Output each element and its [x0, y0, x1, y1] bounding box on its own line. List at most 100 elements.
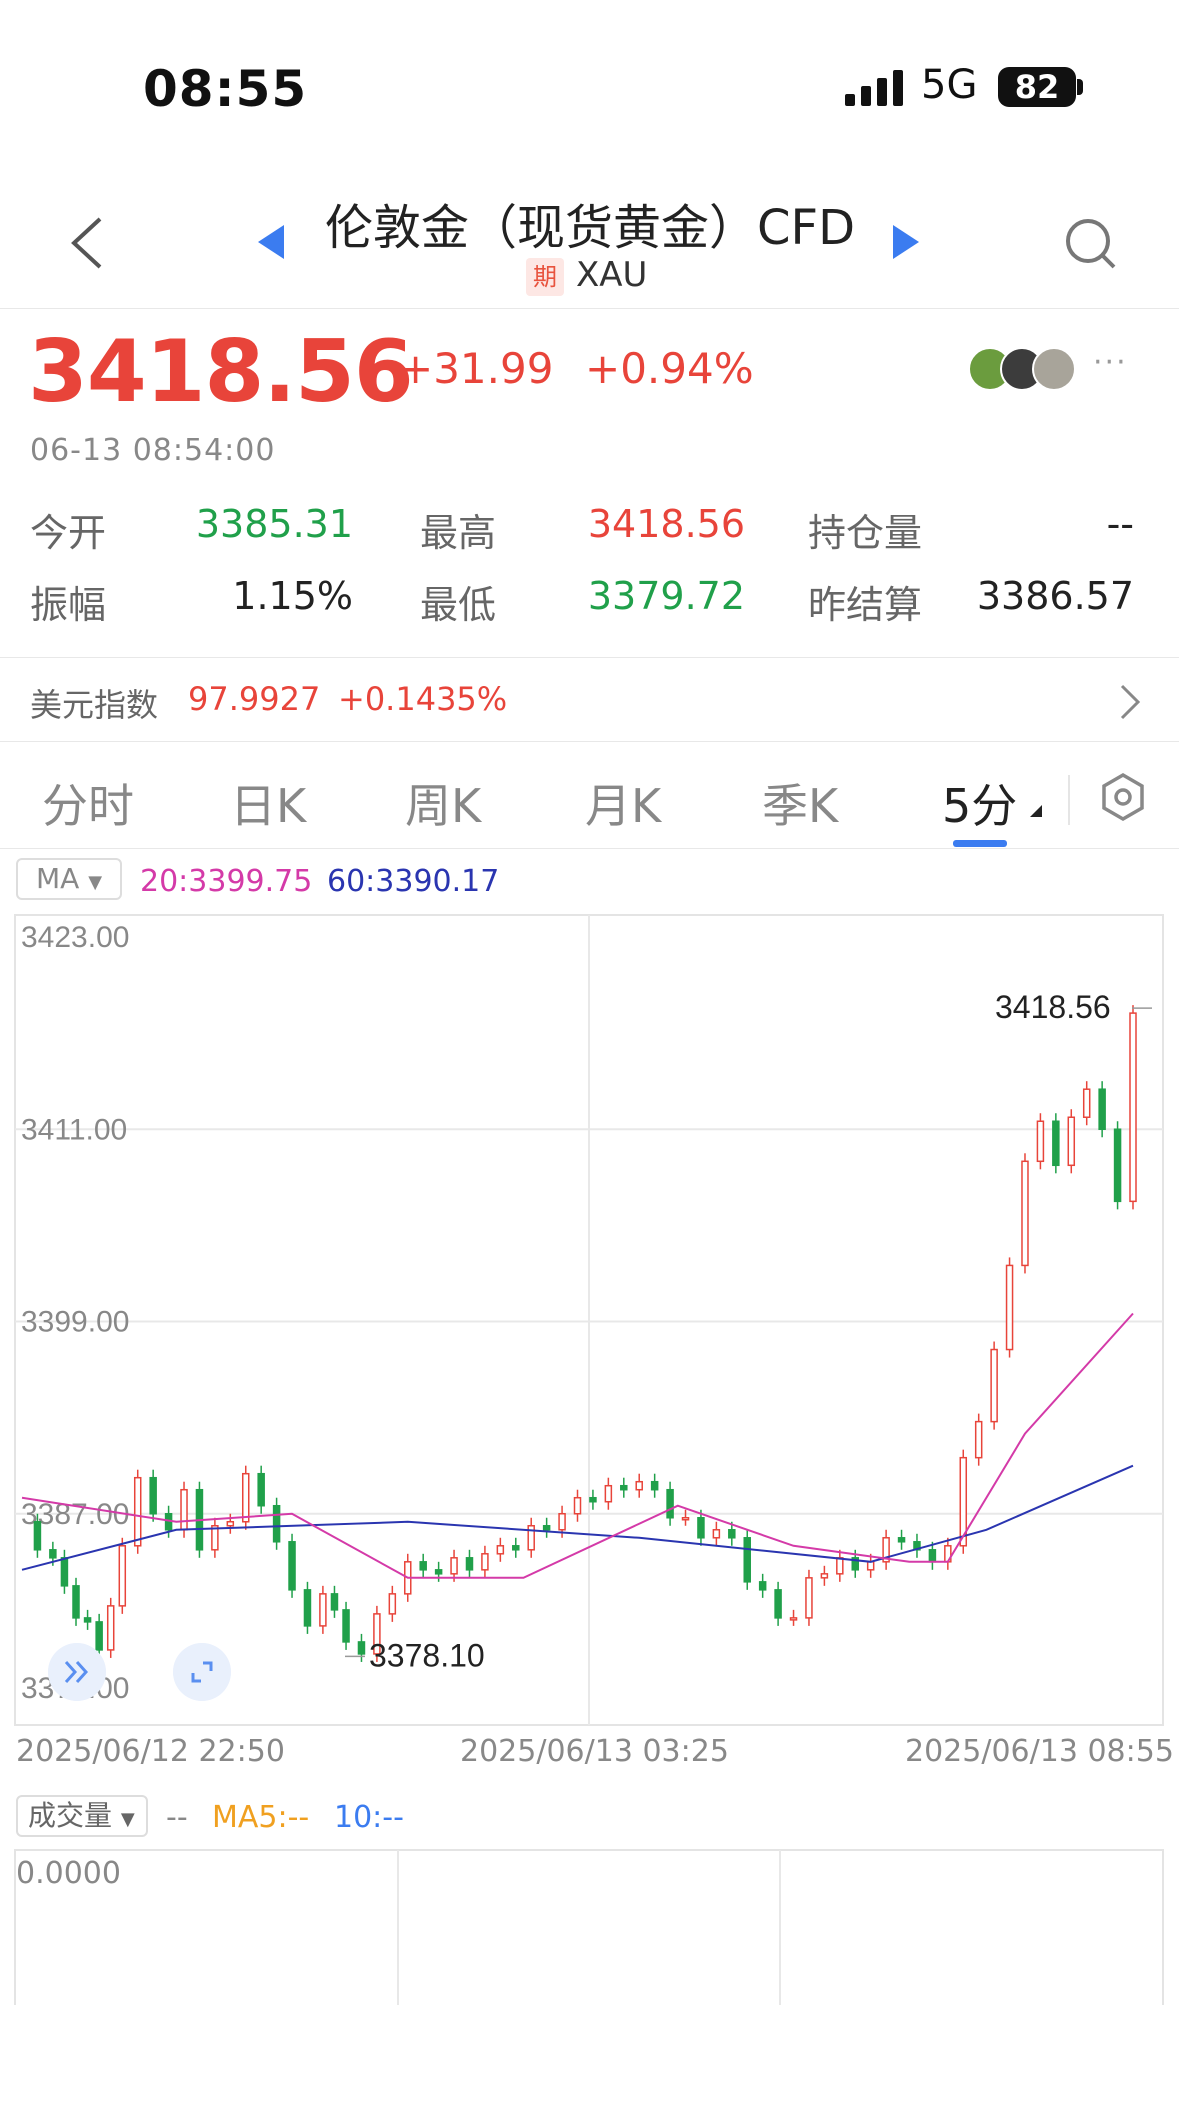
tab-5min[interactable]: 5分 [942, 770, 1017, 836]
candle-body [697, 1517, 705, 1539]
tab-weekly-k[interactable]: 周K [405, 770, 481, 836]
candle-body [49, 1549, 57, 1559]
prev-instrument-icon[interactable] [258, 225, 284, 259]
candle-body [897, 1537, 906, 1543]
tab-intraday[interactable]: 分时 [42, 770, 134, 836]
candle-body [180, 1488, 188, 1531]
ma-indicator-select[interactable]: MA ▼ [16, 858, 122, 900]
active-tab-indicator [953, 840, 1007, 847]
candle-body [974, 1420, 983, 1459]
next-instrument-icon[interactable] [893, 225, 919, 259]
candle-body [319, 1593, 327, 1627]
x-axis-label: 2025/06/12 22:50 [16, 1734, 285, 1769]
more-icon[interactable]: ··· [1093, 345, 1128, 380]
candle-body [95, 1621, 103, 1651]
candle-body [1067, 1116, 1076, 1167]
tab-daily-k[interactable]: 日K [230, 770, 306, 836]
network-type: 5G [921, 62, 978, 108]
candle-body [743, 1537, 751, 1583]
usd-index-change: +0.1435% [338, 680, 508, 718]
price-change-pct: +0.94% [585, 344, 754, 393]
usd-index-label: 美元指数 [30, 686, 159, 724]
candle-body [1052, 1120, 1060, 1167]
candle-body [573, 1496, 582, 1515]
y-tick-label: 3399.00 [21, 1306, 129, 1339]
candlestick-chart[interactable]: 3423.003411.003399.003387.003375.003418.… [0, 905, 1179, 2005]
candle-body [481, 1553, 489, 1571]
candle-body [330, 1593, 339, 1611]
status-time: 08:55 [143, 60, 308, 118]
volume-axis-zero: 0.0000 [16, 1856, 121, 1891]
candle-body [990, 1348, 998, 1423]
volume-select-label: 成交量 [28, 1799, 113, 1832]
candle-body [805, 1577, 813, 1619]
tab-quarterly-k[interactable]: 季K [762, 770, 838, 836]
candle-body [496, 1545, 505, 1555]
candle-body [542, 1525, 551, 1531]
candle-body [272, 1504, 281, 1543]
stat-label-prev-settle: 昨结算 [808, 583, 923, 627]
battery-cap [1077, 79, 1083, 95]
divider [0, 848, 1179, 849]
candle-body [1113, 1128, 1122, 1203]
x-axis-label: 2025/06/13 03:25 [460, 1734, 729, 1769]
expand-icon[interactable] [48, 1643, 106, 1701]
candle-body [118, 1545, 127, 1607]
stat-value-prev-settle: 3386.57 [976, 574, 1134, 618]
candle-body [465, 1557, 474, 1571]
avatar [1032, 347, 1076, 391]
candle-body [357, 1641, 366, 1655]
candle-body [257, 1472, 265, 1507]
dropdown-triangle-icon[interactable] [1030, 805, 1042, 817]
volume-value: -- [166, 1800, 188, 1835]
stat-value-amplitude: 1.15% [232, 574, 353, 618]
stat-value-open-interest: -- [1106, 502, 1134, 546]
stat-label-open: 今开 [30, 511, 107, 555]
volume-indicator-select[interactable]: 成交量 ▼ [16, 1795, 148, 1837]
candle-body [866, 1561, 875, 1571]
chevron-right-icon[interactable] [1118, 682, 1142, 722]
divider [0, 741, 1179, 742]
ma20-value: 20:3399.75 [140, 864, 313, 899]
candle-body [434, 1569, 443, 1575]
candle-body [1129, 1012, 1137, 1203]
y-tick-label: 3411.00 [21, 1113, 127, 1146]
candle-body [106, 1605, 115, 1651]
divider [0, 308, 1179, 309]
candle-body [241, 1472, 250, 1523]
stat-label-amplitude: 振幅 [30, 583, 107, 627]
chevron-down-icon: ▼ [120, 1809, 135, 1830]
y-tick-label: 3423.00 [21, 921, 129, 954]
ma-select-label: MA [36, 862, 80, 895]
candle-body [774, 1589, 782, 1619]
stat-label-open-interest: 持仓量 [808, 511, 923, 555]
back-arrow-icon[interactable] [66, 215, 106, 271]
cellular-signal-icon [845, 70, 903, 106]
low-price-marker: 3378.10 [369, 1637, 485, 1673]
volume-ma5: MA5:-- [212, 1800, 310, 1835]
search-icon[interactable] [1062, 215, 1118, 271]
candle-body [388, 1593, 397, 1615]
fullscreen-icon[interactable] [173, 1643, 231, 1701]
candle-body [83, 1617, 92, 1623]
candle-body [604, 1484, 613, 1503]
avatar-group[interactable] [968, 347, 1080, 391]
candle-body [728, 1529, 736, 1539]
candle-body [1005, 1264, 1014, 1351]
stat-label-high: 最高 [420, 511, 497, 555]
candle-body [149, 1476, 157, 1515]
candle-body [133, 1476, 142, 1547]
battery-icon: 82 [998, 67, 1076, 107]
price-change: +31.99 [398, 344, 554, 393]
page-title: 伦敦金（现货黄金）CFD [324, 200, 856, 256]
settings-icon[interactable] [1098, 772, 1148, 822]
candle-body [589, 1496, 597, 1503]
candle-body [620, 1484, 628, 1491]
tab-monthly-k[interactable]: 月K [585, 770, 661, 836]
candle-body [303, 1589, 312, 1627]
candle-body [342, 1609, 350, 1643]
candle-body [512, 1545, 520, 1551]
usd-index-row[interactable] [0, 660, 1179, 742]
candle-body [712, 1529, 721, 1539]
x-axis-label: 2025/06/13 08:55 [905, 1734, 1174, 1769]
